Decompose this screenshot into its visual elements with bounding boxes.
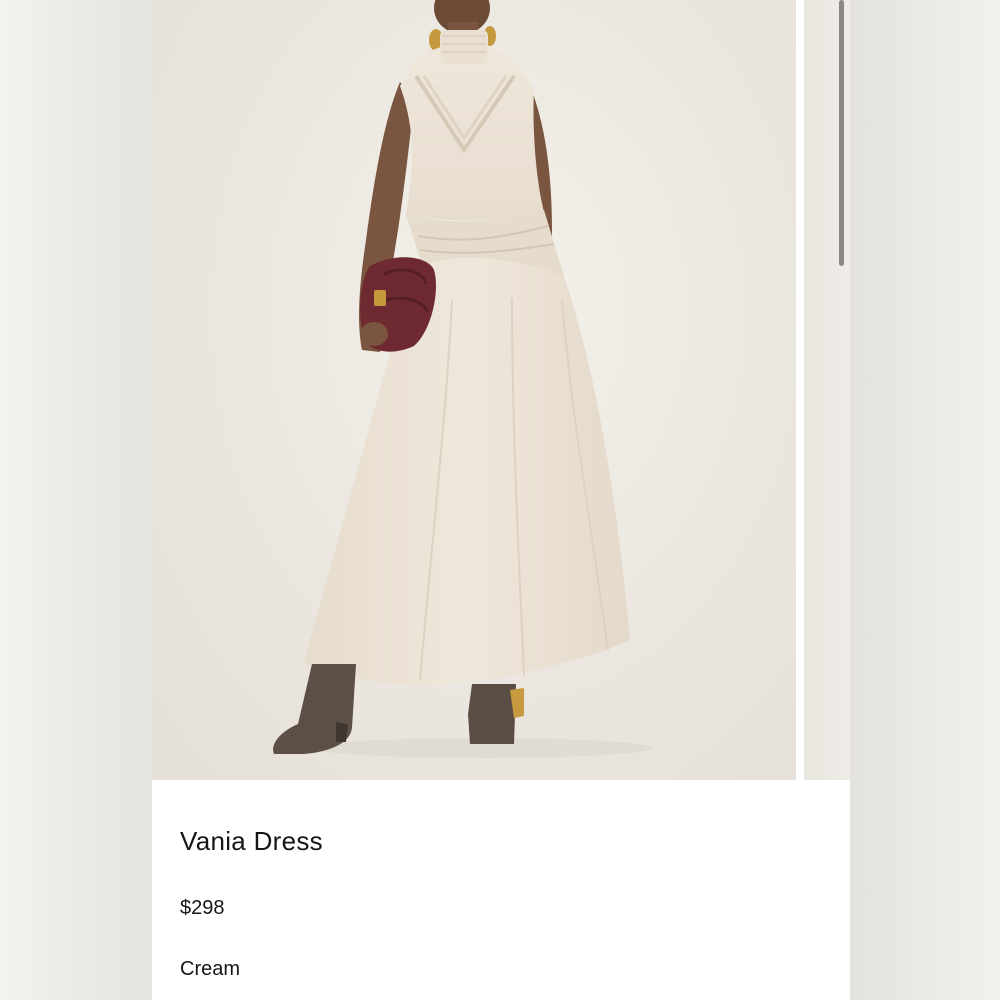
product-title: Vania Dress [180, 826, 323, 856]
model-photo [273, 0, 652, 758]
blurred-background-right [850, 0, 1000, 1000]
product-color: Cream [180, 958, 241, 980]
image-carousel[interactable] [152, 0, 850, 780]
scrollbar-thumb[interactable] [839, 0, 844, 266]
scrollbar[interactable] [839, 0, 845, 780]
product-page: Vania Dress $298 Cream [152, 0, 850, 1000]
blurred-background-left [0, 0, 152, 1000]
product-image-main[interactable] [152, 0, 796, 780]
product-price: $298 [180, 897, 225, 919]
